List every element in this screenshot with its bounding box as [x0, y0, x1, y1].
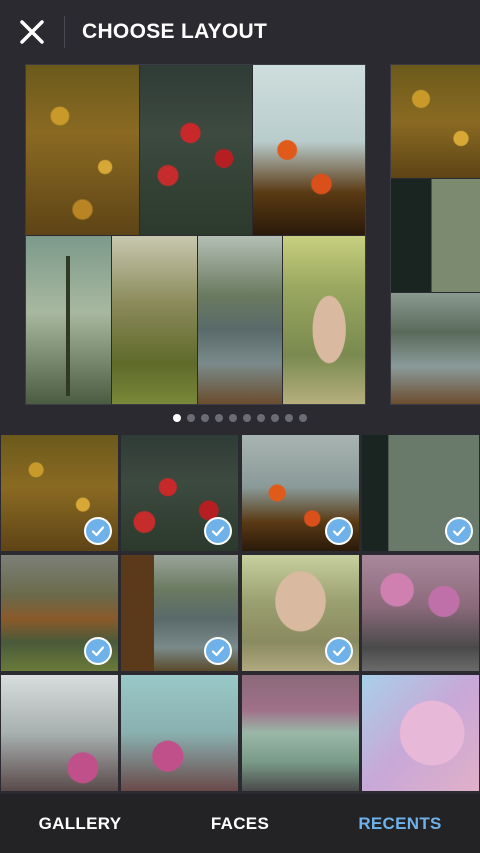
selected-check-icon[interactable]: [445, 517, 473, 545]
selected-check-icon[interactable]: [84, 517, 112, 545]
tab-gallery[interactable]: GALLERY: [0, 794, 160, 853]
selected-check-icon[interactable]: [204, 517, 232, 545]
photo-grid: [0, 434, 480, 794]
pager-dot[interactable]: [299, 414, 307, 422]
selected-check-icon[interactable]: [325, 637, 353, 665]
layout-tile-lake-2: [391, 293, 480, 404]
layout-tile-leaves-2: [391, 65, 480, 178]
pager-dot[interactable]: [215, 414, 223, 422]
layout-tile-pine-2: [391, 179, 480, 292]
top-bar: CHOOSE LAYOUT: [0, 0, 480, 64]
layout-tile-lake: [198, 236, 282, 404]
photo-image: [242, 675, 359, 791]
layout-tile-leaves: [26, 65, 139, 235]
photo-thumbnail-lake[interactable]: [121, 555, 238, 671]
photo-thumbnail-house[interactable]: [242, 675, 359, 791]
photo-image: [1, 675, 118, 791]
pager-dot[interactable]: [187, 414, 195, 422]
pager-dot[interactable]: [201, 414, 209, 422]
page-title: CHOOSE LAYOUT: [82, 20, 268, 43]
header-divider: [64, 16, 65, 48]
pager-dot[interactable]: [271, 414, 279, 422]
selected-check-icon[interactable]: [325, 517, 353, 545]
selected-check-icon[interactable]: [84, 637, 112, 665]
photo-image: [362, 555, 479, 671]
photo-thumbnail-leaves[interactable]: [1, 435, 118, 551]
photo-thumbnail-branches[interactable]: [1, 675, 118, 791]
photo-image: [362, 675, 479, 791]
photo-thumbnail-forest-river[interactable]: [1, 555, 118, 671]
layout-tile-pine-branch: [26, 236, 111, 404]
pager-dot[interactable]: [257, 414, 265, 422]
photo-thumbnail-pine[interactable]: [362, 435, 479, 551]
photo-thumbnail-blossoms[interactable]: [121, 675, 238, 791]
photo-thumbnail-face[interactable]: [242, 555, 359, 671]
source-tabs: GALLERY FACES RECENTS: [0, 794, 480, 853]
layout-carousel[interactable]: [0, 64, 480, 408]
photo-image: [121, 675, 238, 791]
layout-option-2[interactable]: [390, 64, 480, 405]
photo-thumbnail-red-flowers[interactable]: [121, 435, 238, 551]
layout-option-1[interactable]: [25, 64, 366, 405]
pager-dot-active[interactable]: [173, 414, 181, 422]
layout-tile-forest-path: [112, 236, 197, 404]
selected-check-icon[interactable]: [204, 637, 232, 665]
layout-tile-red-flowers: [140, 65, 252, 235]
layout-tile-face: [283, 236, 365, 404]
photo-thumbnail-pink-trees[interactable]: [362, 555, 479, 671]
tab-faces[interactable]: FACES: [160, 794, 320, 853]
layout-pager-dots: [0, 414, 480, 426]
close-button[interactable]: [14, 14, 50, 50]
tab-recents[interactable]: RECENTS: [320, 794, 480, 853]
pager-dot[interactable]: [243, 414, 251, 422]
photo-thumbnail-poppies[interactable]: [242, 435, 359, 551]
layout-tile-poppies-sky: [253, 65, 365, 235]
pager-dot[interactable]: [229, 414, 237, 422]
photo-thumbnail-hydrangea[interactable]: [362, 675, 479, 791]
close-icon: [20, 20, 44, 44]
pager-dot[interactable]: [285, 414, 293, 422]
